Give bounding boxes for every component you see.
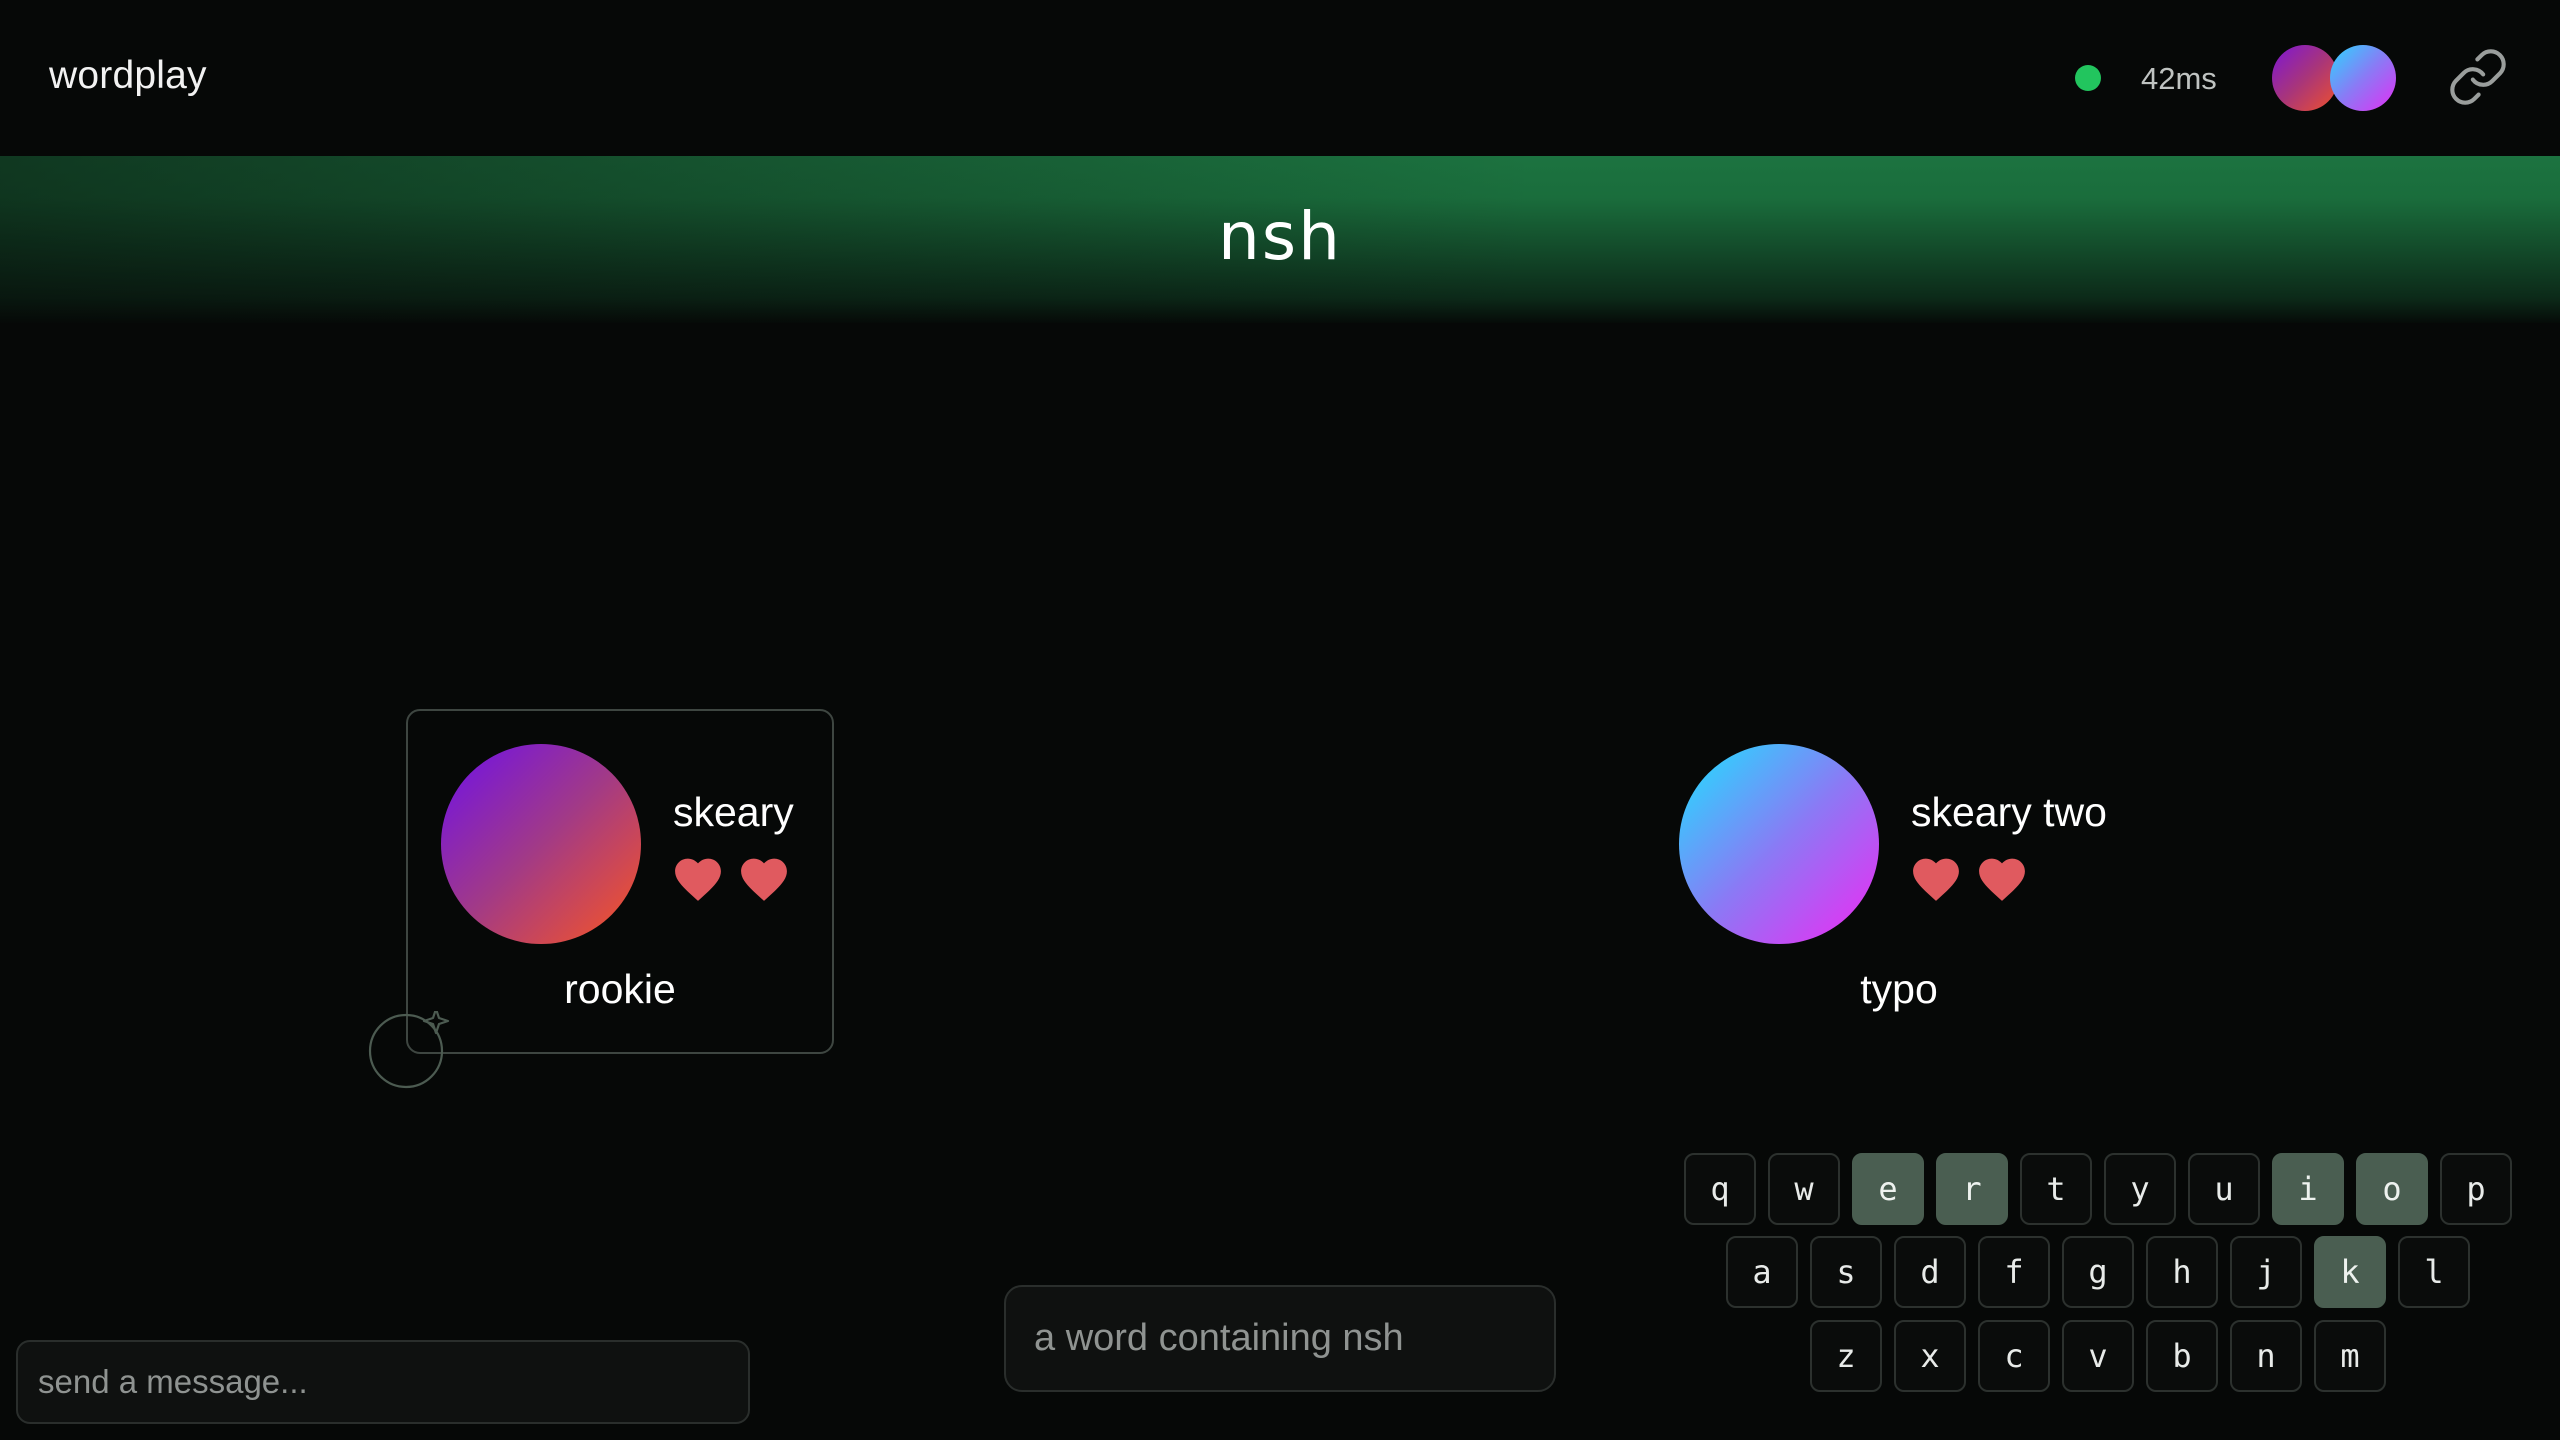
player-avatar-skeary [441, 744, 641, 944]
key-q: q [1684, 1153, 1756, 1225]
key-e: e [1852, 1153, 1924, 1225]
key-h: h [2146, 1236, 2218, 1308]
keyboard-row: qwertyuiop [1684, 1153, 2512, 1225]
key-l: l [2398, 1236, 2470, 1308]
key-n: n [2230, 1320, 2302, 1392]
chat-message-input[interactable] [16, 1340, 750, 1424]
player-name: skeary two [1911, 789, 2107, 835]
connection-status-dot [2075, 65, 2101, 91]
key-g: g [2062, 1236, 2134, 1308]
key-c: c [1978, 1320, 2050, 1392]
link-icon [2450, 49, 2506, 105]
keyboard-row: zxcvbnm [1810, 1320, 2386, 1392]
heart-icon [1913, 858, 1959, 901]
player-lives [673, 856, 789, 902]
key-i: i [2272, 1153, 2344, 1225]
player-lives [1911, 856, 2027, 902]
bomb-icon [368, 1011, 450, 1089]
heart-icon [741, 858, 787, 901]
player-avatar-mini-skeary-two [2330, 45, 2396, 111]
player-avatar-mini-skeary [2272, 45, 2338, 111]
key-s: s [1810, 1236, 1882, 1308]
player-avatar-skeary-two [1679, 744, 1879, 944]
key-y: y [2104, 1153, 2176, 1225]
latency-readout: 42ms [2141, 61, 2217, 96]
heart-icon [1979, 858, 2025, 901]
key-p: p [2440, 1153, 2512, 1225]
app-name: wordplay [49, 54, 207, 97]
key-w: w [1768, 1153, 1840, 1225]
player-title: typo [1860, 966, 1938, 1012]
key-f: f [1978, 1236, 2050, 1308]
word-input[interactable] [1004, 1285, 1556, 1392]
key-z: z [1810, 1320, 1882, 1392]
game-screen: wordplay 42ms nsh skeary rookie skeary t… [0, 0, 2560, 1440]
key-r: r [1936, 1153, 2008, 1225]
player-name: skeary [673, 789, 794, 835]
key-d: d [1894, 1236, 1966, 1308]
key-k: k [2314, 1236, 2386, 1308]
key-b: b [2146, 1320, 2218, 1392]
keyboard-row: asdfghjkl [1726, 1236, 2470, 1308]
key-v: v [2062, 1320, 2134, 1392]
key-x: x [1894, 1320, 1966, 1392]
heart-icon [675, 858, 721, 901]
key-a: a [1726, 1236, 1798, 1308]
prompt-letters: nsh [1217, 198, 1343, 275]
key-t: t [2020, 1153, 2092, 1225]
key-o: o [2356, 1153, 2428, 1225]
key-u: u [2188, 1153, 2260, 1225]
player-title: rookie [564, 966, 676, 1012]
copy-link-button[interactable] [2445, 44, 2511, 110]
key-m: m [2314, 1320, 2386, 1392]
key-j: j [2230, 1236, 2302, 1308]
